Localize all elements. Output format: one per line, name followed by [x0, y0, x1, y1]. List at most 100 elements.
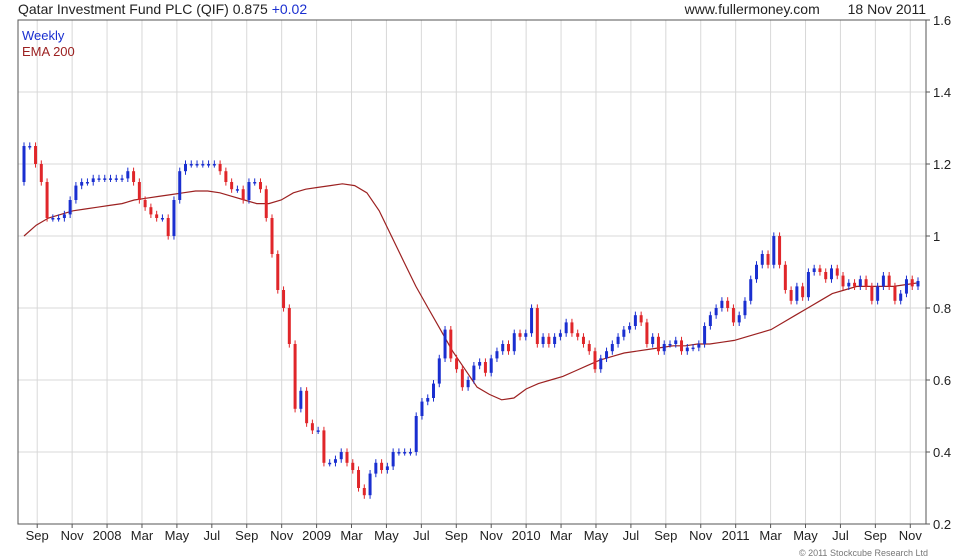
candle-body: [328, 462, 332, 465]
candle-body: [726, 300, 730, 308]
candle-body: [783, 264, 787, 290]
candle-body: [893, 286, 897, 301]
candle-body: [587, 344, 591, 352]
candle-body: [778, 236, 782, 265]
x-tick-label: May: [793, 528, 818, 543]
candle-body: [449, 329, 453, 359]
candle-body: [235, 189, 239, 191]
candle-body: [841, 275, 845, 287]
candle-body: [916, 281, 920, 287]
candle-body: [114, 178, 118, 180]
candle-body: [720, 300, 724, 308]
candle-body: [680, 340, 684, 352]
candle-body: [270, 218, 274, 254]
x-tick-label: Sep: [864, 528, 887, 543]
candle-body: [322, 430, 326, 463]
candle-body: [501, 344, 505, 352]
candle-body: [697, 344, 701, 348]
candle-body: [207, 164, 211, 166]
candle-body: [593, 351, 597, 370]
candle-body: [772, 236, 776, 265]
candle-body: [489, 358, 493, 373]
x-tick-label: Mar: [131, 528, 154, 543]
candle-body: [397, 452, 401, 454]
candle-body: [691, 347, 695, 350]
x-tick-label: Sep: [445, 528, 468, 543]
candle-body: [264, 189, 268, 218]
candle-body: [576, 333, 580, 337]
candle-body: [414, 416, 418, 452]
candle-body: [662, 344, 666, 352]
candle-body: [28, 146, 32, 148]
candle-body: [853, 282, 857, 287]
candle-body: [357, 470, 361, 488]
chart-grid: [18, 19, 926, 525]
candle-body: [605, 351, 609, 359]
candle-body: [864, 279, 868, 287]
candle-body: [437, 358, 441, 384]
candle-body: [276, 254, 280, 290]
candle-body: [22, 146, 26, 182]
candle-body: [564, 322, 568, 334]
candle-body: [524, 333, 528, 337]
x-tick-label: Nov: [61, 528, 85, 543]
x-tick-label: Nov: [899, 528, 923, 543]
y-tick-label: 1.4: [933, 85, 951, 100]
candle-body: [824, 272, 828, 280]
candle-body: [253, 182, 257, 184]
candle-body: [51, 218, 55, 220]
candle-body: [241, 189, 245, 200]
candle-body: [870, 286, 874, 301]
candle-body: [887, 275, 891, 287]
candle-body: [34, 146, 38, 164]
candle-body: [818, 268, 822, 272]
x-tick-label: Mar: [759, 528, 782, 543]
candle-body: [68, 200, 72, 215]
candle-body: [183, 164, 187, 172]
candle-body: [460, 369, 464, 388]
candle-body: [847, 282, 851, 287]
candle-body: [858, 279, 862, 287]
candle-body: [610, 344, 614, 352]
candle-body: [333, 459, 337, 463]
candle-body: [760, 254, 764, 265]
candle-body: [801, 286, 805, 298]
x-tick-label: Sep: [235, 528, 258, 543]
x-tick-label: May: [584, 528, 609, 543]
candle-body: [403, 452, 407, 454]
candle-body: [483, 362, 487, 373]
candle-body: [633, 315, 637, 326]
candle-body: [45, 182, 49, 218]
candle-body: [876, 286, 880, 301]
candle-body: [472, 365, 476, 380]
candle-body: [143, 200, 147, 208]
x-tick-label: 2009: [302, 528, 331, 543]
candle-body: [570, 322, 574, 334]
candle-body: [97, 178, 101, 180]
candle-body: [558, 333, 562, 337]
candle-body: [904, 279, 908, 294]
candle-body: [74, 185, 78, 200]
candle-body: [478, 362, 482, 366]
candle-body: [616, 336, 620, 344]
candle-body: [714, 308, 718, 316]
candle-body: [910, 279, 914, 287]
candle-body: [835, 268, 839, 276]
candle-body: [230, 182, 234, 190]
candle-body: [755, 264, 759, 280]
legend-ema: EMA 200: [22, 44, 75, 59]
candle-body: [766, 254, 770, 265]
candle-body: [581, 336, 585, 344]
candle-body: [126, 171, 130, 179]
candle-body: [155, 214, 159, 218]
candle-body: [172, 200, 176, 236]
candle-body: [743, 300, 747, 316]
candle-body: [731, 308, 735, 323]
candle-body: [299, 390, 303, 409]
candle-body: [420, 401, 424, 416]
candle-body: [212, 164, 216, 166]
legend-weekly: Weekly: [22, 28, 65, 43]
candle-body: [160, 218, 164, 220]
candle-body: [374, 462, 378, 474]
candle-body: [547, 336, 551, 344]
